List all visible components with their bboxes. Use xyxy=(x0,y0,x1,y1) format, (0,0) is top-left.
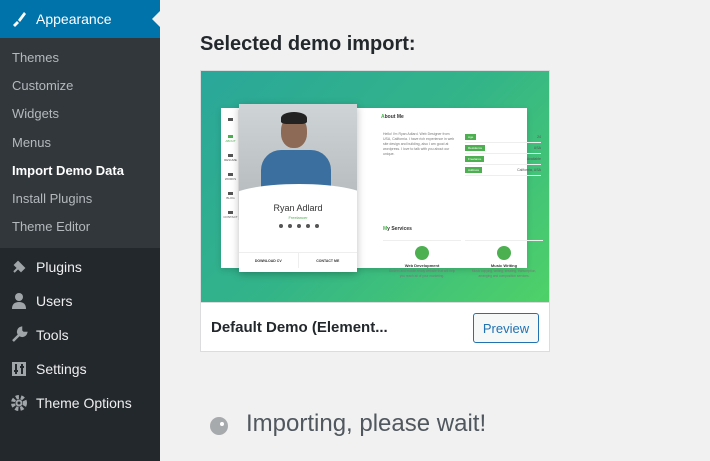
sidebar-item-label: Users xyxy=(36,293,73,310)
submenu-item-themes[interactable]: Themes xyxy=(0,43,160,71)
demo-card-footer: Default Demo (Element... Preview xyxy=(201,302,549,352)
demo-screenshot: ABOUT RESUME WORKS BLOG CONTACT Ryan Adl… xyxy=(201,71,549,302)
submenu-item-install-plugins[interactable]: Install Plugins xyxy=(0,184,160,212)
site-mockup: ABOUT RESUME WORKS BLOG CONTACT Ryan Adl… xyxy=(221,104,543,278)
wrench-icon xyxy=(8,325,30,345)
profile-card: Ryan Adlard Freelancer DOWNLOAD CV CONTA… xyxy=(239,104,357,272)
submenu-item-import-demo-data[interactable]: Import Demo Data xyxy=(0,156,160,184)
preview-button[interactable]: Preview xyxy=(473,313,539,343)
import-status: Importing, please wait! xyxy=(246,410,487,437)
mockup-nav-item: ABOUT xyxy=(223,129,238,148)
mockup-nav-item: WORKS xyxy=(223,167,238,186)
submenu-item-customize[interactable]: Customize xyxy=(0,71,160,99)
info-row: Residence USA xyxy=(465,143,541,154)
service-card: Web Development Modern and mobile-ready … xyxy=(383,240,461,300)
gear-icon xyxy=(8,393,30,413)
demo-name: Default Demo (Element... xyxy=(211,319,388,336)
settings-icon xyxy=(8,359,30,379)
info-row: Address California, USA xyxy=(465,165,541,176)
plugin-icon xyxy=(8,257,30,277)
info-row: Age 24 xyxy=(465,132,541,143)
main-content: Selected demo import: ABOUT RESUME WORKS… xyxy=(160,0,710,461)
mockup-nav-item: CONTACT xyxy=(223,205,238,224)
contact-me-button: CONTACT ME xyxy=(316,258,340,263)
social-icons xyxy=(279,224,319,229)
info-table: Age 24 Residence USA Freelance Available Ad… xyxy=(465,132,541,176)
music-icon xyxy=(497,246,511,260)
appearance-submenu: Themes Customize Widgets Menus Import De… xyxy=(0,38,160,249)
services-heading: My Services xyxy=(383,226,412,232)
service-card: Music Writing Music copying, writing, cr… xyxy=(465,240,543,300)
sidebar-item-label: Appearance xyxy=(36,11,112,27)
profile-name: Ryan Adlard xyxy=(273,203,323,213)
submenu-item-theme-editor[interactable]: Theme Editor xyxy=(0,213,160,241)
mockup-nav: ABOUT RESUME WORKS BLOG CONTACT xyxy=(223,110,239,220)
profile-role: Freelancer xyxy=(288,215,308,220)
mockup-nav-item: RESUME xyxy=(223,148,238,167)
admin-sidebar: Appearance Themes Customize Widgets Menu… xyxy=(0,0,160,461)
about-heading: About Me xyxy=(381,114,404,120)
mockup-nav-item: BLOG xyxy=(223,186,238,205)
sidebar-item-label: Tools xyxy=(36,327,69,344)
sidebar-item-settings[interactable]: Settings xyxy=(0,352,160,386)
download-cv-button: DOWNLOAD CV xyxy=(239,253,299,268)
sidebar-item-label: Theme Options xyxy=(36,395,132,412)
sidebar-item-theme-options[interactable]: Theme Options xyxy=(0,386,160,420)
loading-spinner-icon xyxy=(210,417,228,435)
info-row: Freelance Available xyxy=(465,154,541,165)
page-title: Selected demo import: xyxy=(200,33,416,55)
sidebar-item-label: Plugins xyxy=(36,259,82,276)
submenu-item-widgets[interactable]: Widgets xyxy=(0,100,160,128)
mockup-menu-icon xyxy=(223,110,238,129)
demo-card: ABOUT RESUME WORKS BLOG CONTACT Ryan Adl… xyxy=(200,70,550,352)
about-text: Hello! I'm Ryan Adlard. Web Designer fro… xyxy=(383,132,455,156)
sidebar-item-plugins[interactable]: Plugins xyxy=(0,250,160,284)
sidebar-item-users[interactable]: Users xyxy=(0,284,160,318)
profile-buttons: DOWNLOAD CV CONTACT ME xyxy=(239,252,357,268)
profile-photo xyxy=(239,104,357,196)
paintbrush-icon xyxy=(8,9,30,29)
submenu-item-menus[interactable]: Menus xyxy=(0,128,160,156)
users-icon xyxy=(8,291,30,311)
sidebar-item-label: Settings xyxy=(36,361,87,378)
sidebar-item-tools[interactable]: Tools xyxy=(0,318,160,352)
code-icon xyxy=(415,246,429,260)
sidebar-item-appearance[interactable]: Appearance xyxy=(0,0,160,38)
